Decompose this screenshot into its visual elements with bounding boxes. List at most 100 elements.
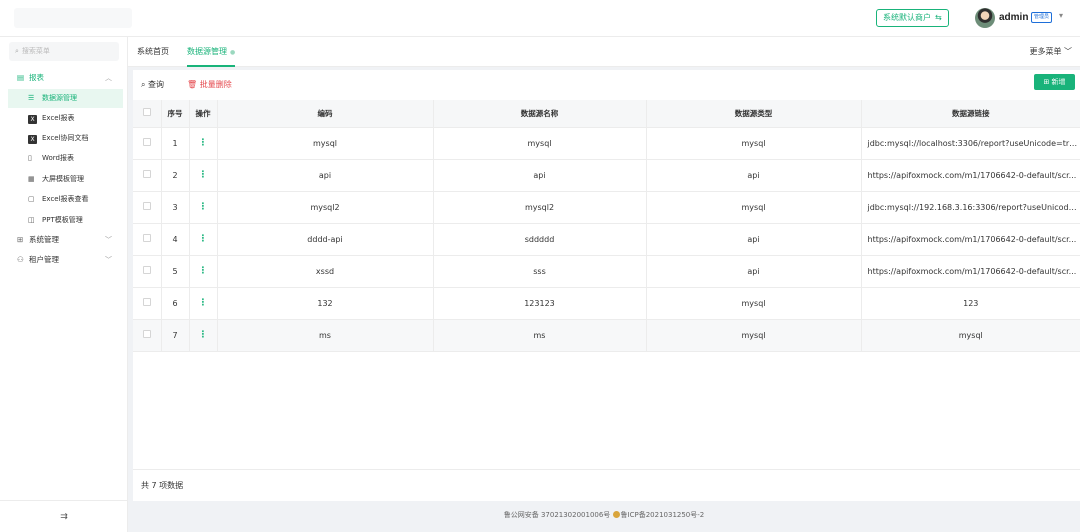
report-icon: ▤ bbox=[17, 73, 25, 82]
search-icon: ⌕ bbox=[141, 80, 146, 89]
row-checkbox[interactable] bbox=[142, 234, 151, 242]
table-header-row: 序号 操作 编码 数据源名称 数据源类型 数据源链接 bbox=[133, 100, 1080, 128]
cell-name: sss bbox=[433, 255, 647, 288]
more-vertical-icon[interactable]: ⋮ bbox=[199, 298, 208, 308]
column-header[interactable]: 数据源类型 bbox=[646, 100, 862, 128]
sidebar-item-word-report[interactable]: ▯ Word报表 bbox=[8, 149, 123, 168]
chevron-down-icon: ﹀ bbox=[1064, 47, 1072, 56]
trash-icon: 🗑︎ bbox=[187, 80, 198, 89]
more-vertical-icon[interactable]: ⋮ bbox=[199, 138, 208, 148]
row-actions-cell[interactable]: ⋮ bbox=[189, 159, 218, 192]
users-icon: ⚇ bbox=[17, 255, 24, 264]
column-header[interactable]: 数据源链接 bbox=[861, 100, 1080, 128]
row-number: 5 bbox=[161, 255, 190, 288]
sidebar-item-ppt-template[interactable]: ◫ PPT模板管理 bbox=[8, 211, 123, 230]
menu-group-tenant[interactable]: ⚇ 租户管理 ﹀ bbox=[0, 251, 128, 269]
cell-link: https://apifoxmock.com/m1/1706642-0-defa… bbox=[861, 223, 1080, 256]
menu-search-input[interactable]: ⌕ 搜索菜单 bbox=[9, 42, 119, 61]
table-row[interactable]: 7 ⋮ ms ms mysql mysql bbox=[133, 319, 1080, 352]
row-checkbox[interactable] bbox=[142, 330, 151, 338]
table-total: 共 7 项数据 bbox=[133, 469, 1080, 501]
row-select-cell[interactable] bbox=[133, 191, 162, 224]
more-vertical-icon[interactable]: ⋮ bbox=[199, 266, 208, 276]
cell-code: ms bbox=[217, 319, 434, 352]
column-header[interactable]: 编码 bbox=[217, 100, 434, 128]
sidebar-item-datasource[interactable]: ☰ 数据源管理 bbox=[8, 89, 123, 108]
row-checkbox[interactable] bbox=[142, 170, 151, 178]
cell-name: mysql2 bbox=[433, 191, 647, 224]
cell-link: https://apifoxmock.com/m1/1706642-0-defa… bbox=[861, 159, 1080, 192]
chevron-down-icon: ﹀ bbox=[105, 236, 112, 244]
close-icon[interactable]: ● bbox=[230, 49, 235, 56]
row-select-cell[interactable] bbox=[133, 127, 162, 160]
app-logo[interactable] bbox=[14, 8, 132, 28]
row-select-cell[interactable] bbox=[133, 223, 162, 256]
row-select-cell[interactable] bbox=[133, 255, 162, 288]
add-button[interactable]: ⊞ 新增 bbox=[1034, 74, 1075, 90]
sidebar-item-excel-collab[interactable]: X Excel协同文档 bbox=[8, 129, 123, 148]
row-actions-cell[interactable]: ⋮ bbox=[189, 287, 218, 320]
search-icon: ⌕ bbox=[15, 47, 19, 55]
icp-record-link[interactable]: 鲁ICP备2021031250号-2 bbox=[621, 511, 705, 519]
more-vertical-icon[interactable]: ⋮ bbox=[199, 202, 208, 212]
tab-home[interactable]: 系统首页 bbox=[137, 37, 169, 67]
tab-label: 系统首页 bbox=[137, 47, 169, 56]
row-actions-cell[interactable]: ⋮ bbox=[189, 127, 218, 160]
row-actions-cell[interactable]: ⋮ bbox=[189, 191, 218, 224]
police-record-link[interactable]: 鲁公网安备 37021302001006号 bbox=[504, 511, 611, 519]
cell-link: mysql bbox=[861, 319, 1080, 352]
row-checkbox[interactable] bbox=[142, 202, 151, 210]
sidebar-item-label: PPT模板管理 bbox=[42, 216, 83, 224]
table-row[interactable]: 1 ⋮ mysql mysql mysql jdbc:mysql://local… bbox=[133, 127, 1080, 160]
row-select-cell[interactable] bbox=[133, 159, 162, 192]
row-checkbox[interactable] bbox=[142, 138, 151, 146]
select-all-cell[interactable] bbox=[133, 100, 162, 128]
user-name[interactable]: admin bbox=[999, 12, 1028, 23]
sidebar-item-label: Excel协同文档 bbox=[42, 134, 89, 142]
more-vertical-icon[interactable]: ⋮ bbox=[199, 330, 208, 340]
row-number: 1 bbox=[161, 127, 190, 160]
more-vertical-icon[interactable]: ⋮ bbox=[199, 170, 208, 180]
chevron-down-icon[interactable]: ▾ bbox=[1059, 11, 1063, 20]
table-row[interactable]: 5 ⋮ xssd sss api https://apifoxmock.com/… bbox=[133, 255, 1080, 288]
collapse-sidebar-button[interactable]: ⇉ bbox=[0, 500, 128, 532]
datasource-table: 序号 操作 编码 数据源名称 数据源类型 数据源链接 1 ⋮ mysql mys… bbox=[133, 100, 1080, 352]
more-vertical-icon[interactable]: ⋮ bbox=[199, 234, 208, 244]
datasource-panel: ⌕ 查询 🗑︎ 批量删除 ⊞ 新增 序号 操作 编码 数据源名称 数据源类型 数… bbox=[133, 70, 1080, 501]
row-select-cell[interactable] bbox=[133, 287, 162, 320]
cell-type: mysql bbox=[646, 191, 862, 224]
sidebar-item-excel-report[interactable]: X Excel报表 bbox=[8, 109, 123, 128]
tenant-switch-button[interactable]: 系统默认商户 ⇆ bbox=[876, 9, 949, 27]
column-header[interactable]: 数据源名称 bbox=[433, 100, 647, 128]
table-row[interactable]: 2 ⋮ api api api https://apifoxmock.com/m… bbox=[133, 159, 1080, 192]
table-row[interactable]: 6 ⋮ 132 123123 mysql 123 bbox=[133, 287, 1080, 320]
row-checkbox[interactable] bbox=[142, 298, 151, 306]
query-label: 查询 bbox=[148, 80, 165, 89]
sidebar-item-label: Excel报表查看 bbox=[42, 195, 89, 203]
menu-group-label: 报表 bbox=[29, 73, 44, 82]
table-row[interactable]: 4 ⋮ dddd-api sddddd api https://apifoxmo… bbox=[133, 223, 1080, 256]
row-actions-cell[interactable]: ⋮ bbox=[189, 223, 218, 256]
batch-delete-button[interactable]: 🗑︎ 批量删除 bbox=[187, 76, 232, 94]
menu-group-report[interactable]: ▤ 报表 ︿ bbox=[0, 69, 128, 87]
select-all-checkbox[interactable] bbox=[142, 108, 151, 117]
sidebar-item-dashboard-template[interactable]: ▦ 大屏模板管理 bbox=[8, 170, 123, 189]
sidebar-item-excel-view[interactable]: ▢ Excel报表查看 bbox=[8, 190, 123, 209]
plus-icon: ⊞ bbox=[1043, 78, 1050, 86]
query-button[interactable]: ⌕ 查询 bbox=[141, 76, 164, 94]
tabs-bar: 系统首页 数据源管理 ● 更多菜单 ﹀ bbox=[128, 37, 1080, 67]
row-checkbox[interactable] bbox=[142, 266, 151, 274]
tab-datasource[interactable]: 数据源管理 ● bbox=[187, 37, 236, 67]
page-footer: 鲁公网安备 37021302001006号 鲁ICP备2021031250号-2 bbox=[128, 510, 1080, 520]
row-actions-cell[interactable]: ⋮ bbox=[189, 255, 218, 288]
more-menu-dropdown[interactable]: 更多菜单 ﹀ bbox=[1029, 37, 1072, 67]
sidebar-item-label: 数据源管理 bbox=[42, 94, 77, 102]
cell-code: xssd bbox=[217, 255, 434, 288]
tenant-button-label: 系统默认商户 bbox=[883, 13, 931, 22]
menu-group-system[interactable]: ⊞ 系统管理 ﹀ bbox=[0, 231, 128, 249]
row-select-cell[interactable] bbox=[133, 319, 162, 352]
avatar[interactable] bbox=[975, 8, 995, 28]
row-actions-cell[interactable]: ⋮ bbox=[189, 319, 218, 352]
cell-link: jdbc:mysql://192.168.3.16:3306/report?us… bbox=[861, 191, 1080, 224]
table-row[interactable]: 3 ⋮ mysql2 mysql2 mysql jdbc:mysql://192… bbox=[133, 191, 1080, 224]
